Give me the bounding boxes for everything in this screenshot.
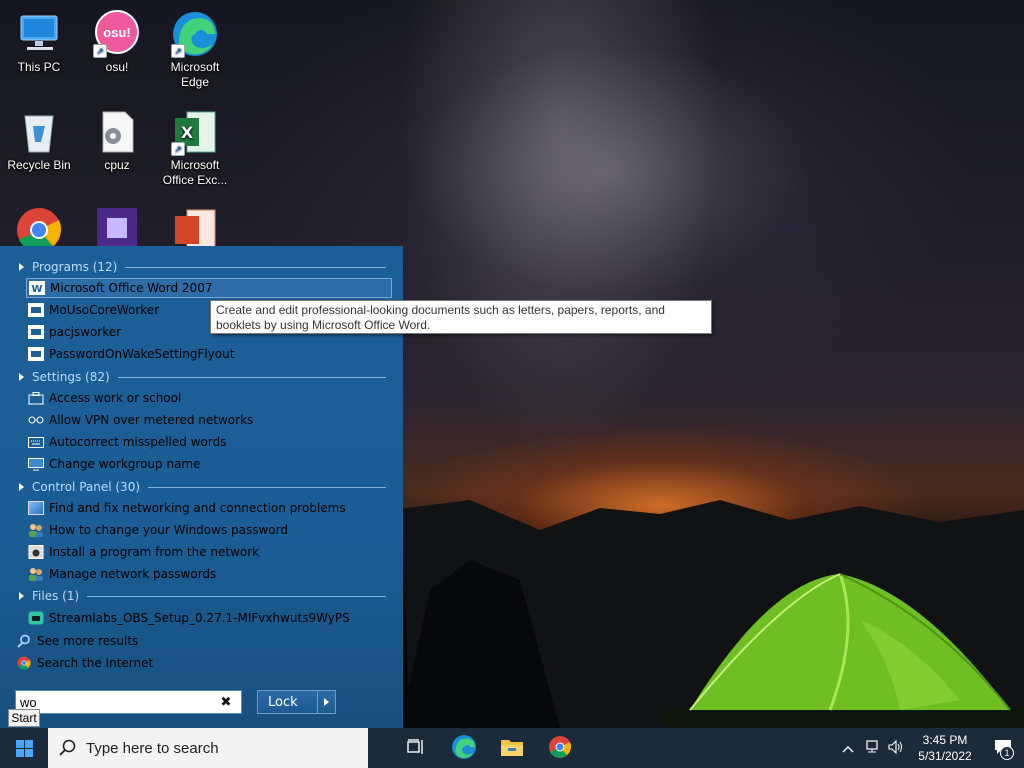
start-search-input[interactable] — [16, 692, 216, 712]
lock-button[interactable]: Lock — [257, 690, 336, 714]
result-item-install-program[interactable]: Install a program from the network — [28, 542, 259, 562]
task-view-icon — [407, 738, 425, 758]
desktop-icon-excel[interactable]: X ↗ Microsoft Office Exc... — [156, 108, 234, 188]
start-button[interactable] — [0, 728, 48, 768]
application-icon — [28, 325, 44, 339]
network-button[interactable] — [860, 728, 884, 768]
chevron-right-icon — [19, 263, 24, 271]
taskbar: Type here to search 3:45 PM 5/31/2022 1 — [0, 728, 1024, 768]
users-icon — [28, 567, 44, 581]
task-view-button[interactable] — [392, 728, 440, 768]
cpuz-icon — [93, 108, 141, 156]
system-tray: 3:45 PM 5/31/2022 1 — [836, 728, 1024, 768]
word-description-tooltip: Create and edit professional-looking doc… — [210, 300, 712, 334]
search-icon — [48, 739, 86, 757]
notification-count-badge: 1 — [1000, 746, 1014, 760]
result-item-allow-vpn[interactable]: Allow VPN over metered networks — [28, 410, 253, 430]
desktop-icon-osu[interactable]: osu! ↗ osu! — [78, 10, 156, 75]
shortcut-arrow-icon: ↗ — [171, 142, 185, 156]
briefcase-icon — [28, 391, 44, 405]
monitor-icon — [28, 457, 44, 471]
desktop-icon-cpuz[interactable]: cpuz — [78, 108, 156, 173]
start-tooltip: Start — [8, 709, 40, 727]
result-item-access-work[interactable]: Access work or school — [28, 388, 181, 408]
taskbar-search-box[interactable]: Type here to search — [48, 728, 368, 768]
chrome-icon — [548, 735, 572, 762]
word-icon: W — [29, 281, 45, 295]
divider — [148, 486, 386, 488]
volume-button[interactable] — [884, 728, 908, 768]
excel-icon: X ↗ — [171, 108, 219, 156]
result-item-change-password[interactable]: How to change your Windows password — [28, 520, 288, 540]
result-item-autocorrect[interactable]: Autocorrect misspelled words — [28, 432, 226, 452]
volume-icon — [888, 739, 904, 757]
divider — [87, 595, 386, 597]
search-icon — [16, 634, 32, 648]
chevron-right-icon — [19, 483, 24, 491]
result-item-streamlabs[interactable]: Streamlabs_OBS_Setup_0.27.1-MIFvxhwuts9W… — [28, 608, 350, 628]
clock-time: 3:45 PM — [922, 733, 968, 747]
result-item-mousocoreworker[interactable]: MoUsoCoreWorker — [28, 300, 159, 320]
tent-illustration — [660, 573, 1024, 728]
desktop-icon-this-pc[interactable]: This PC — [0, 10, 78, 75]
streamlabs-icon — [28, 611, 44, 625]
chevron-right-icon — [19, 592, 24, 600]
chevron-right-icon — [324, 698, 329, 706]
clock-date: 5/31/2022 — [918, 749, 972, 763]
windows-logo-icon — [15, 739, 33, 757]
result-item-pacjsworker[interactable]: pacjsworker — [28, 322, 121, 342]
svg-text:X: X — [181, 123, 194, 142]
vpn-icon — [28, 413, 44, 427]
clock[interactable]: 3:45 PM 5/31/2022 — [908, 732, 982, 764]
desktop-icon-recycle-bin[interactable]: Recycle Bin — [0, 108, 78, 173]
taskbar-chrome-button[interactable] — [536, 728, 584, 768]
taskbar-edge-button[interactable] — [440, 728, 488, 768]
chevron-up-icon — [842, 741, 854, 756]
result-item-word[interactable]: W Microsoft Office Word 2007 — [26, 278, 392, 298]
chevron-right-icon — [19, 373, 24, 381]
shortcut-arrow-icon: ↗ — [93, 44, 107, 58]
network-icon — [864, 739, 880, 757]
result-item-manage-network-passwords[interactable]: Manage network passwords — [28, 564, 216, 584]
divider — [125, 266, 386, 268]
start-search-box[interactable]: ✖ — [15, 690, 242, 714]
keyboard-icon — [28, 435, 44, 449]
taskbar-file-explorer-button[interactable] — [488, 728, 536, 768]
action-center-button[interactable]: 1 — [982, 728, 1024, 768]
osu-icon: osu! ↗ — [93, 10, 141, 58]
edge-icon — [451, 734, 477, 763]
lock-options-button[interactable] — [317, 691, 335, 713]
this-pc-icon — [15, 10, 63, 58]
result-item-passwordonwake[interactable]: PasswordOnWakeSettingFlyout — [28, 344, 234, 364]
see-more-results-link[interactable]: See more results — [16, 631, 138, 651]
users-icon — [28, 523, 44, 537]
svg-text:W: W — [31, 284, 42, 295]
install-icon — [28, 545, 44, 559]
show-hidden-icons-button[interactable] — [836, 728, 860, 768]
divider — [117, 376, 386, 378]
group-header-files[interactable]: Files (1) — [16, 587, 386, 605]
result-item-change-workgroup[interactable]: Change workgroup name — [28, 454, 201, 474]
result-item-find-fix-networking[interactable]: Find and fix networking and connection p… — [28, 498, 346, 518]
file-explorer-icon — [500, 737, 524, 760]
group-header-settings[interactable]: Settings (82) — [16, 368, 386, 386]
clear-search-button[interactable]: ✖ — [216, 695, 236, 710]
chrome-icon — [16, 656, 32, 670]
edge-icon: ↗ — [171, 10, 219, 58]
shortcut-arrow-icon: ↗ — [171, 44, 185, 58]
recycle-bin-icon — [15, 108, 63, 156]
group-header-control-panel[interactable]: Control Panel (30) — [16, 478, 386, 496]
desktop-icon-edge[interactable]: ↗ Microsoft Edge — [156, 10, 234, 90]
application-icon — [28, 347, 44, 361]
group-header-programs[interactable]: Programs (12) — [16, 258, 386, 276]
network-troubleshoot-icon — [28, 501, 44, 515]
search-the-internet-link[interactable]: Search the Internet — [16, 653, 153, 673]
application-icon — [28, 303, 44, 317]
